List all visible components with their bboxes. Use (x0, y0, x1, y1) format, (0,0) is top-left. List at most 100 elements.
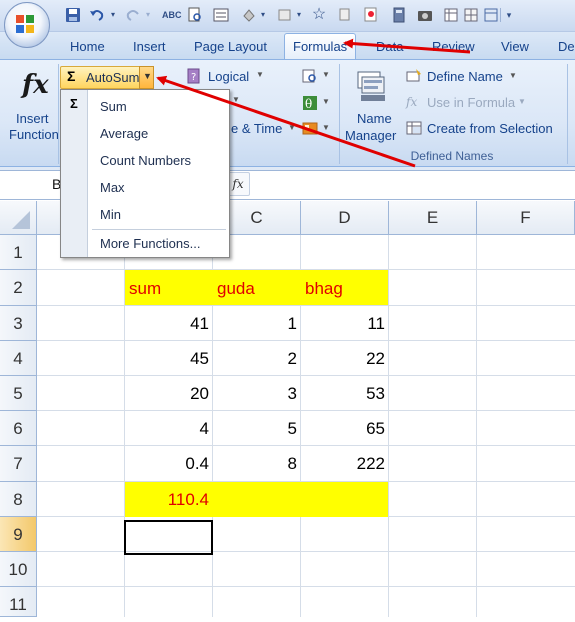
spelling-icon[interactable]: ABC (162, 6, 182, 24)
lookup-icon[interactable] (302, 68, 318, 89)
cell-d5[interactable]: 53 (301, 376, 389, 411)
sort-icon[interactable] (212, 6, 230, 24)
name-manager-label-2[interactable]: Manager (345, 128, 396, 144)
redo-icon[interactable] (124, 6, 142, 24)
grid-icon[interactable] (462, 6, 480, 24)
logical-dropdown-icon[interactable]: ▼ (256, 70, 264, 79)
cell-c4[interactable]: 2 (213, 341, 301, 376)
svg-text:θ: θ (305, 97, 312, 111)
tab-page-layout[interactable]: Page Layout (194, 38, 267, 56)
column-header-f[interactable]: F (477, 201, 575, 235)
menu-item-sum[interactable]: Sum (100, 99, 127, 115)
tab-view[interactable]: View (501, 38, 529, 56)
column-header-e[interactable]: E (389, 201, 477, 235)
office-logo-icon (16, 15, 34, 33)
more-functions-icon[interactable] (302, 120, 318, 141)
cell-c6[interactable]: 5 (213, 411, 301, 446)
undo-icon[interactable] (88, 6, 106, 24)
menu-item-average[interactable]: Average (100, 126, 148, 142)
row-header-4[interactable]: 4 (0, 341, 37, 376)
cell-d6[interactable]: 65 (301, 411, 389, 446)
cell-c5[interactable]: 3 (213, 376, 301, 411)
row-header-3[interactable]: 3 (0, 306, 37, 341)
map-marker-icon[interactable] (362, 6, 380, 24)
insert-function-label-1[interactable]: Insert (16, 111, 49, 127)
more-dropdown-icon[interactable]: ▼ (322, 123, 330, 132)
redo-dropdown-icon[interactable]: ▾ (143, 6, 153, 24)
shapes-dropdown-icon[interactable]: ▾ (294, 6, 304, 24)
cell-b5[interactable]: 20 (125, 376, 213, 411)
create-from-selection-label[interactable]: Create from Selection (427, 121, 553, 137)
row-header-9[interactable]: 9 (0, 517, 37, 552)
name-manager-icon[interactable] (355, 68, 389, 109)
cell-c7[interactable]: 8 (213, 446, 301, 481)
cell-c2[interactable]: guda (217, 271, 255, 306)
cell-b8-total[interactable]: 110.4 (125, 482, 213, 517)
tab-developer[interactable]: De (558, 38, 575, 56)
math-trig-icon[interactable]: θ (302, 95, 318, 116)
name-manager-label-1[interactable]: Name (357, 111, 392, 127)
quick-access-divider (500, 8, 501, 22)
define-name-label[interactable]: Define Name (427, 69, 503, 85)
shapes-icon[interactable] (276, 6, 294, 24)
define-name-dropdown-icon[interactable]: ▼ (509, 71, 517, 80)
row-header-6[interactable]: 6 (0, 411, 37, 446)
row-header-5[interactable]: 5 (0, 376, 37, 411)
tab-home[interactable]: Home (70, 38, 105, 56)
undo-dropdown-icon[interactable]: ▾ (108, 6, 118, 24)
math-dropdown-icon[interactable]: ▼ (322, 97, 330, 106)
menu-item-more-functions[interactable]: More Functions... (100, 236, 200, 252)
tab-review[interactable]: Review (432, 38, 475, 56)
customize-toolbar-icon[interactable]: ▾ (504, 6, 514, 24)
menu-item-count-numbers[interactable]: Count Numbers (100, 153, 191, 169)
cell-d7[interactable]: 222 (301, 446, 389, 481)
table-icon[interactable] (482, 6, 500, 24)
menu-item-max[interactable]: Max (100, 180, 125, 196)
copy-icon[interactable] (336, 6, 354, 24)
logical-label[interactable]: Logical (208, 69, 249, 85)
cell-b7[interactable]: 0.4 (125, 446, 213, 481)
cell-d2[interactable]: bhag (305, 271, 343, 306)
tab-insert[interactable]: Insert (133, 38, 166, 56)
text-dropdown-icon[interactable]: ▼ (232, 95, 240, 104)
cell-b2[interactable]: sum (129, 271, 161, 306)
create-from-selection-icon[interactable] (406, 120, 422, 141)
cell-b6[interactable]: 4 (125, 411, 213, 446)
row-header-8[interactable]: 8 (0, 482, 37, 517)
row-header-1[interactable]: 1 (0, 235, 37, 270)
column-header-d[interactable]: D (301, 201, 389, 235)
lookup-dropdown-icon[interactable]: ▼ (322, 70, 330, 79)
fx-icon[interactable]: fx (22, 70, 49, 100)
select-all-corner[interactable] (0, 201, 37, 235)
sheet-icon[interactable] (442, 6, 460, 24)
menu-item-min[interactable]: Min (100, 207, 121, 223)
date-time-label[interactable]: e & Time (231, 121, 282, 137)
fill-dropdown-icon[interactable]: ▾ (258, 6, 268, 24)
gridline (37, 586, 575, 587)
cell-b4[interactable]: 45 (125, 341, 213, 376)
header-row-highlight (125, 270, 388, 305)
cell-d4[interactable]: 22 (301, 341, 389, 376)
row-header-10[interactable]: 10 (0, 552, 37, 587)
calculator-icon[interactable] (390, 6, 408, 24)
autosum-label[interactable]: AutoSum (86, 70, 139, 86)
tab-formulas[interactable]: Formulas (293, 38, 347, 56)
fill-color-icon[interactable] (240, 6, 258, 24)
insert-function-label-2[interactable]: Function (9, 127, 59, 143)
save-icon[interactable] (64, 6, 82, 24)
camera-icon[interactable] (416, 6, 434, 24)
tab-data[interactable]: Data (376, 38, 403, 56)
date-time-dropdown-icon[interactable]: ▼ (288, 123, 296, 132)
sigma-icon: Σ (67, 68, 76, 84)
row-header-11[interactable]: 11 (0, 587, 37, 617)
print-preview-icon[interactable] (186, 6, 204, 24)
cell-c3[interactable]: 1 (213, 306, 301, 341)
row-header-2[interactable]: 2 (0, 270, 37, 306)
group-divider (339, 64, 340, 164)
cell-d3[interactable]: 11 (301, 306, 389, 341)
star-icon[interactable]: ☆ (310, 6, 328, 24)
selected-cell-b9[interactable] (124, 520, 213, 555)
row-header-7[interactable]: 7 (0, 446, 37, 482)
define-name-icon[interactable] (406, 68, 422, 89)
cell-b3[interactable]: 41 (125, 306, 213, 341)
